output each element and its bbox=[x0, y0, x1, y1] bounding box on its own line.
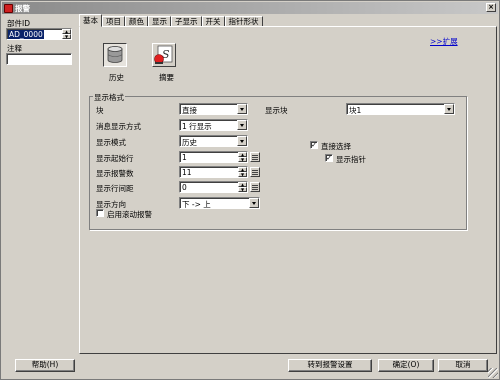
direction-select[interactable]: 下 -> 上 bbox=[179, 197, 260, 209]
show-pointer-checkbox[interactable]: ✓ bbox=[325, 154, 333, 162]
title-bar: 报警 × bbox=[2, 2, 498, 14]
alarm-summary-icon: S bbox=[154, 45, 173, 64]
window-title: 报警 bbox=[15, 3, 30, 13]
database-icon bbox=[107, 46, 123, 63]
block-value: 直接 bbox=[182, 106, 197, 115]
alarm-app-icon bbox=[4, 3, 13, 13]
chevron-down-icon[interactable] bbox=[237, 120, 247, 130]
scroll-alarm-label: 启用滚动报警 bbox=[107, 210, 152, 219]
row-spacing-field[interactable]: 0 ▲ ▼ bbox=[179, 181, 248, 193]
part-id-field[interactable]: AD_0000 ▲ ▼ bbox=[6, 28, 72, 40]
ok-button[interactable]: 确定(O) bbox=[378, 359, 434, 372]
direct-select-label: 直接选择 bbox=[321, 142, 351, 151]
history-type-button[interactable] bbox=[103, 43, 127, 67]
display-mode-select[interactable]: 历史 bbox=[179, 135, 248, 147]
close-icon[interactable]: × bbox=[486, 3, 496, 12]
direction-value: 下 -> 上 bbox=[182, 200, 211, 209]
chevron-down-icon[interactable] bbox=[249, 198, 259, 208]
start-row-label: 显示起始行 bbox=[96, 154, 134, 163]
direct-select-checkbox[interactable]: ✓ bbox=[310, 141, 318, 149]
scroll-alarm-checkbox[interactable] bbox=[96, 209, 104, 217]
comment-field[interactable] bbox=[6, 53, 72, 65]
summary-type-label: 摘要 bbox=[159, 73, 174, 82]
alarm-count-label: 显示报警数 bbox=[96, 169, 134, 178]
history-type-label: 历史 bbox=[109, 73, 124, 82]
chevron-down-icon[interactable] bbox=[444, 104, 454, 114]
row-spacing-spinner[interactable]: ▲ ▼ bbox=[238, 182, 247, 192]
part-id-value: AD_0000 bbox=[8, 30, 44, 39]
alarm-count-value: 11 bbox=[182, 168, 192, 177]
start-row-value: 1 bbox=[182, 153, 187, 162]
tab-basic[interactable]: 基本 bbox=[79, 14, 102, 27]
expand-link[interactable]: >>扩展 bbox=[430, 36, 458, 47]
msg-mode-select[interactable]: 1 行显示 bbox=[179, 119, 248, 131]
block-label: 块 bbox=[96, 106, 104, 115]
resize-grip-icon[interactable] bbox=[488, 368, 498, 378]
check-mark-icon: ✓ bbox=[326, 154, 332, 162]
keypad-icon[interactable] bbox=[250, 167, 260, 177]
alarm-count-field[interactable]: 11 ▲ ▼ bbox=[179, 166, 248, 178]
chevron-down-icon[interactable] bbox=[237, 136, 247, 146]
goto-alarm-settings-button[interactable]: 转到报警设置 bbox=[288, 359, 372, 372]
part-id-spinner[interactable]: ▲ ▼ bbox=[62, 29, 71, 39]
block-select[interactable]: 直接 bbox=[179, 103, 248, 115]
cancel-button[interactable]: 取消 bbox=[438, 359, 488, 372]
msg-mode-value: 1 行显示 bbox=[182, 122, 212, 131]
display-block-select[interactable]: 块1 bbox=[346, 103, 455, 115]
show-pointer-label: 显示指针 bbox=[336, 155, 366, 164]
alarm-count-spinner[interactable]: ▲ ▼ bbox=[238, 167, 247, 177]
msg-mode-label: 消息显示方式 bbox=[96, 122, 141, 131]
start-row-spinner[interactable]: ▲ ▼ bbox=[238, 152, 247, 162]
display-block-value: 块1 bbox=[349, 106, 362, 115]
display-block-label: 显示块 bbox=[265, 106, 288, 115]
display-mode-value: 历史 bbox=[182, 138, 197, 147]
check-mark-icon: ✓ bbox=[311, 141, 317, 149]
row-spacing-label: 显示行间距 bbox=[96, 184, 134, 193]
chevron-down-icon[interactable] bbox=[237, 104, 247, 114]
display-format-title: 显示格式 bbox=[93, 92, 125, 103]
help-button[interactable]: 帮助(H) bbox=[15, 359, 75, 372]
summary-type-button[interactable]: S bbox=[152, 43, 176, 67]
keypad-icon[interactable] bbox=[250, 152, 260, 162]
keypad-icon[interactable] bbox=[250, 182, 260, 192]
row-spacing-value: 0 bbox=[182, 183, 187, 192]
display-mode-label: 显示模式 bbox=[96, 138, 126, 147]
start-row-field[interactable]: 1 ▲ ▼ bbox=[179, 151, 248, 163]
